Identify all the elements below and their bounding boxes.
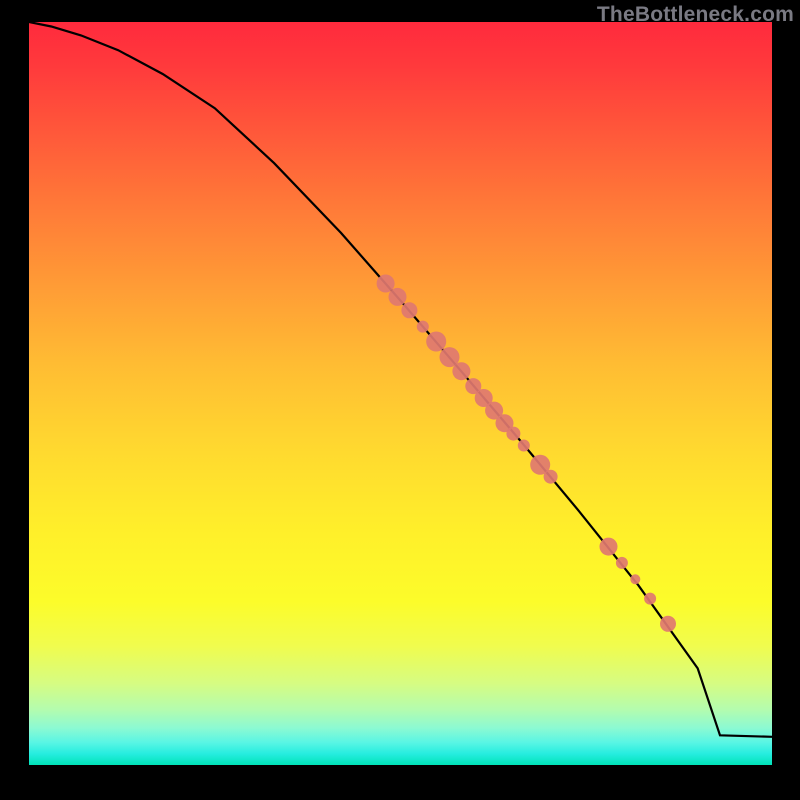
data-point (389, 288, 407, 306)
chart-overlay (29, 22, 772, 765)
data-point (644, 593, 656, 605)
curve-line (29, 22, 772, 737)
data-point (506, 427, 520, 441)
data-point (417, 321, 429, 333)
data-point (544, 470, 558, 484)
data-point (452, 362, 470, 380)
watermark-text: TheBottleneck.com (597, 3, 794, 27)
data-point (377, 275, 395, 293)
data-points-group (377, 275, 676, 632)
data-point (600, 538, 618, 556)
data-point (426, 332, 446, 352)
data-point (401, 302, 417, 318)
data-point (660, 616, 676, 632)
data-point (616, 557, 628, 569)
chart-plot-area (29, 22, 772, 765)
data-point (518, 440, 530, 452)
data-point (630, 574, 640, 584)
